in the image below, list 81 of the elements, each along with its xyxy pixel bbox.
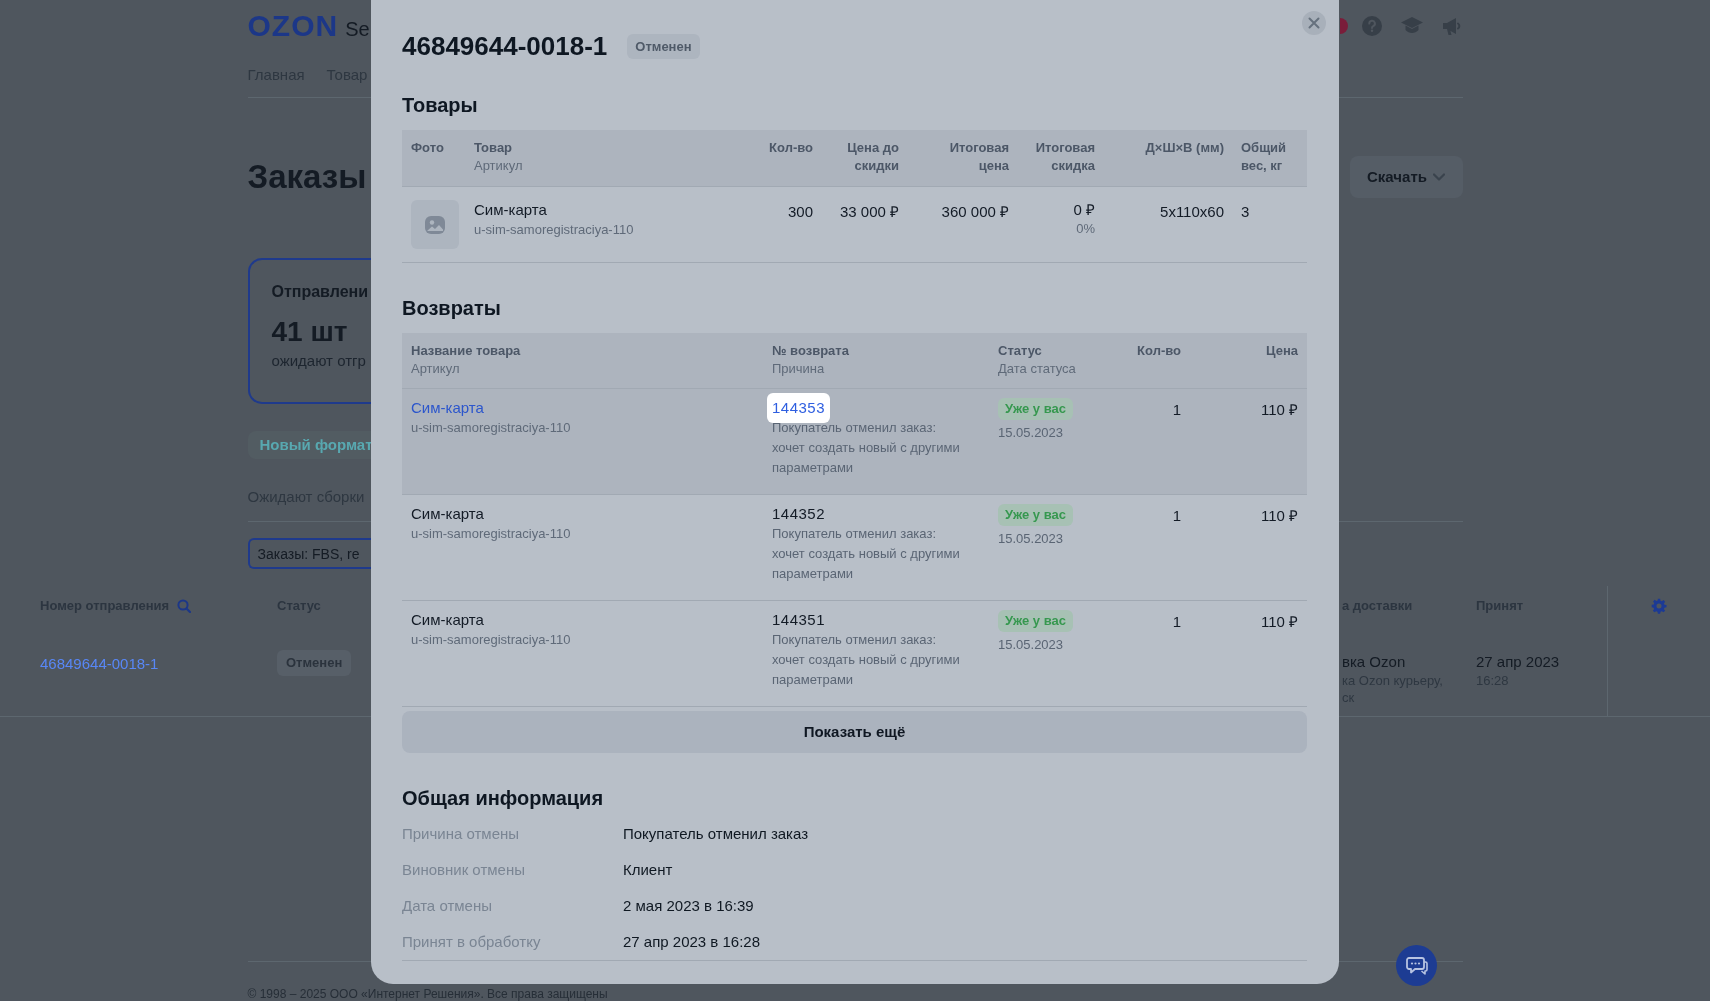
chat-bubbles-icon (1405, 955, 1428, 976)
column-header: № возврата (772, 342, 850, 360)
status-date: 15.05.2023 (998, 636, 1064, 654)
status-date: 15.05.2023 (998, 530, 1064, 548)
image-icon (425, 215, 445, 234)
dimensions-value: 5x110x60 (1160, 203, 1224, 220)
quantity-value: 1 (1172, 401, 1181, 418)
chat-button[interactable] (1396, 945, 1437, 986)
settings-icon[interactable] (1651, 598, 1667, 614)
product-name: Сим-карта (474, 200, 548, 220)
column-header: Название товара (411, 342, 522, 360)
product-sku: u-sim-samoregistraciya-110 (474, 221, 635, 239)
section-heading: Общая информация (402, 786, 605, 811)
column-subheader: Артикул (411, 360, 461, 378)
status-badge: Уже у вас (998, 610, 1073, 632)
status-date: 15.05.2023 (998, 424, 1064, 442)
format-badge[interactable]: Новый формат (247, 431, 372, 459)
column-header: Итоговая скидка (1034, 139, 1095, 175)
product-sku: u-sim-samoregistraciya-110 (411, 631, 571, 649)
section-heading: Товары (402, 93, 479, 118)
info-label: Причина отмены (402, 824, 521, 844)
info-value: 27 апр 2023 в 16:28 (623, 932, 762, 952)
page-title: Заказы (247, 157, 367, 197)
search-icon[interactable] (177, 599, 192, 613)
column-header: Кол-во (1136, 342, 1181, 360)
status-badge: Уже у вас (998, 398, 1073, 420)
product-name-link[interactable]: Сим-карта (411, 398, 484, 418)
product-name[interactable]: Сим-карта (411, 610, 484, 630)
column-header: Цена до скидки (846, 139, 899, 175)
column-header: Д×Ш×В (мм) (1144, 139, 1224, 157)
megaphone-icon[interactable] (1440, 16, 1461, 36)
status-badge: Отменен (627, 33, 700, 59)
chevron-down-icon (1432, 173, 1445, 181)
info-label: Дата отмены (402, 896, 493, 916)
dialog-title: 46849644-0018-1 (402, 30, 608, 63)
column-header: Общий вес, кг (1241, 139, 1288, 175)
logo-subtitle: Se (345, 17, 370, 42)
section-heading: Возвраты (402, 296, 502, 321)
discount-amount: 0 ₽ (1073, 200, 1095, 220)
quantity-value: 1 (1172, 507, 1181, 524)
notification-badge-icon[interactable] (1339, 18, 1349, 34)
order-number-link[interactable]: 46849644-0018-1 (40, 655, 159, 672)
product-sku: u-sim-samoregistraciya-110 (411, 419, 571, 437)
help-icon[interactable] (1361, 16, 1382, 36)
column-subheader: Причина (772, 360, 826, 378)
info-value: Клиент (623, 860, 674, 880)
column-header: Итоговая цена (948, 139, 1009, 175)
download-button[interactable]: Скачать (1349, 156, 1463, 198)
column-subheader: Дата статуса (998, 360, 1077, 378)
card-title: Отправлени (271, 282, 370, 302)
accepted-date: 27 апр 2023 (1476, 652, 1561, 672)
price-value: 110 ₽ (1260, 507, 1298, 524)
return-number-link[interactable]: 144353 (767, 393, 831, 423)
close-icon (1308, 17, 1320, 29)
column-header: Товар (474, 139, 514, 157)
info-value: Покупатель отменил заказ (623, 824, 810, 844)
info-label: Виновник отмены (402, 860, 526, 880)
card-count: 41 шт (271, 315, 349, 349)
close-button[interactable] (1302, 11, 1326, 35)
column-header: Фото (411, 139, 445, 157)
price-value: 110 ₽ (1260, 401, 1298, 418)
product-name[interactable]: Сим-карта (411, 504, 484, 524)
column-header: Цена (1265, 342, 1298, 360)
discount-percent: 0% (1076, 220, 1095, 238)
price-value: 110 ₽ (1260, 613, 1298, 630)
info-value: 2 мая 2023 в 16:39 (623, 896, 755, 916)
product-sku: u-sim-samoregistraciya-110 (411, 525, 571, 543)
graduation-cap-icon[interactable] (1400, 17, 1423, 35)
weight-value: 3 (1241, 203, 1250, 220)
price-value: 33 000 ₽ (839, 203, 899, 220)
quantity-value: 300 (787, 203, 813, 220)
quantity-value: 1 (1172, 613, 1181, 630)
delivery-method: вка Ozon (1342, 652, 1407, 672)
filter-field[interactable]: Заказы: FBS, re (247, 538, 372, 569)
column-subheader: Артикул (474, 157, 524, 175)
column-header: Статус (998, 342, 1043, 360)
show-more-button[interactable]: Показать ещё (402, 711, 1307, 753)
status-badge: Уже у вас (998, 504, 1073, 526)
column-header: Кол-во (768, 139, 813, 157)
price-value: 360 000 ₽ (941, 203, 1009, 220)
info-label: Принят в обработку (402, 932, 542, 952)
